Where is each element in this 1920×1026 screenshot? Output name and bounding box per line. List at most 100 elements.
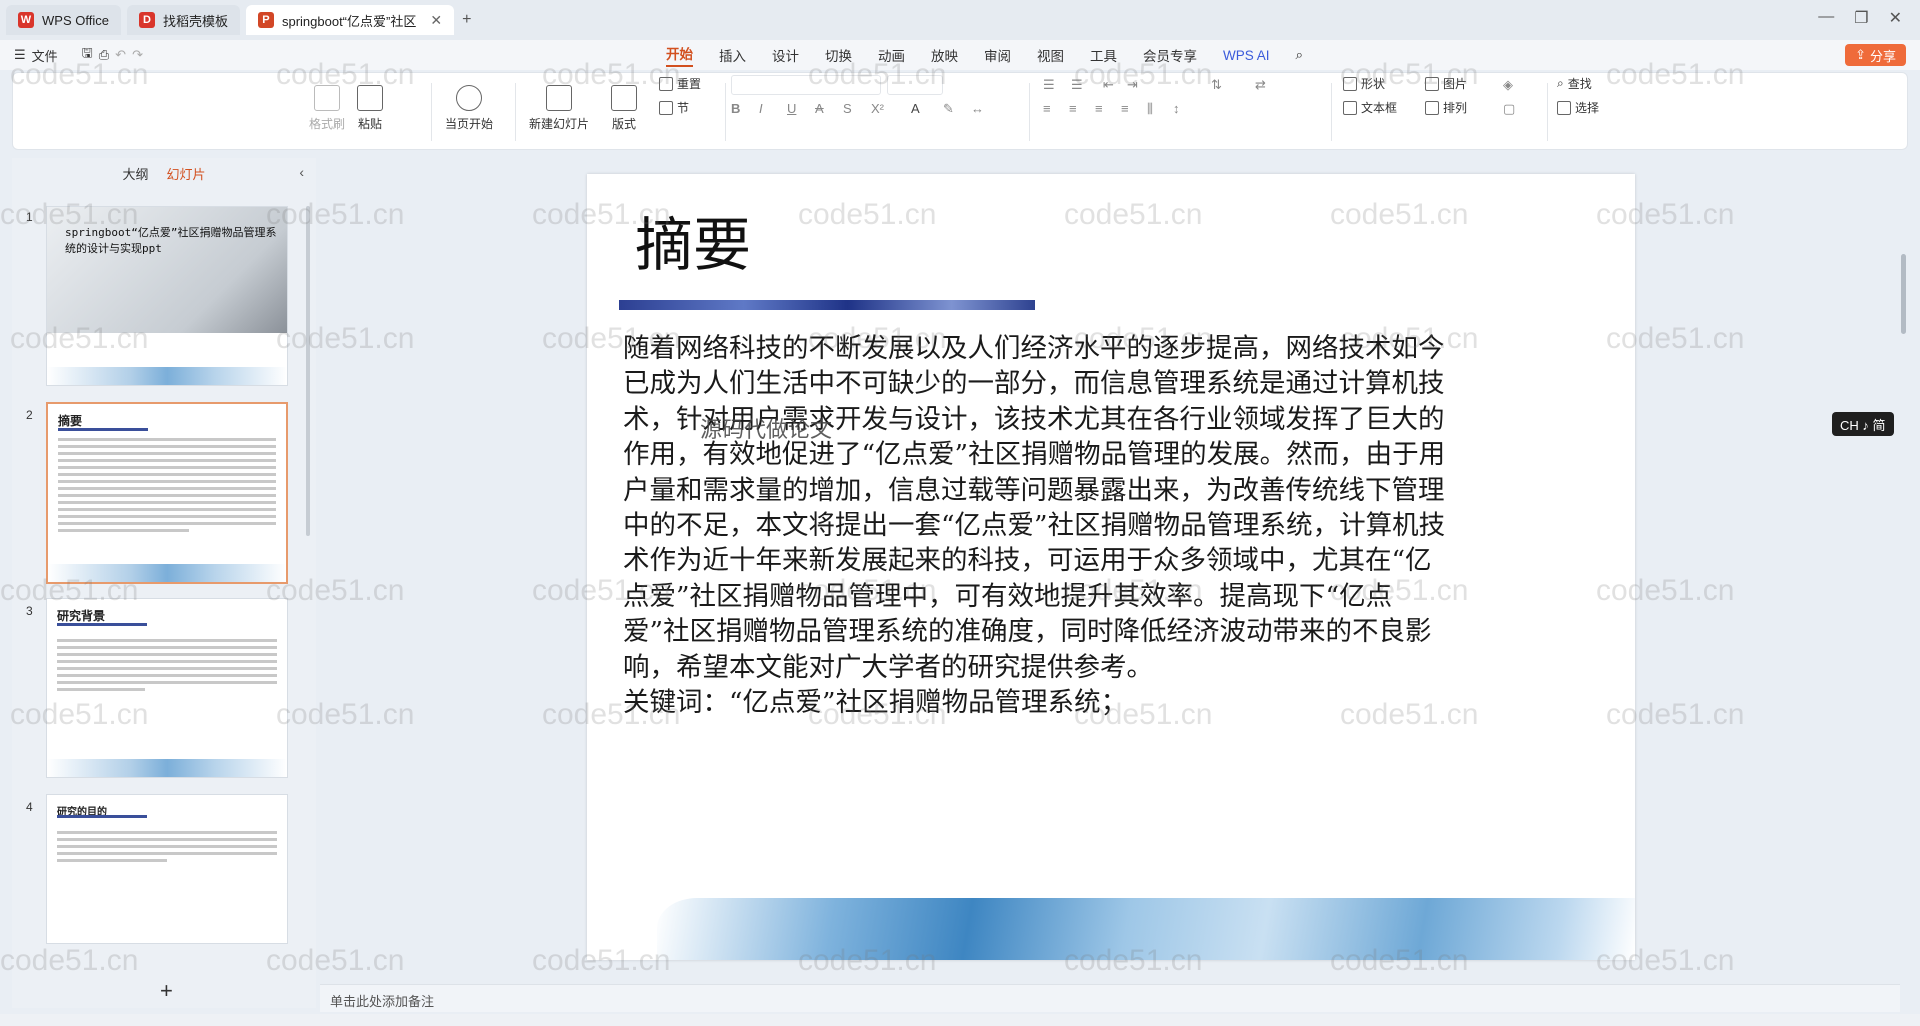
tab-view[interactable]: 视图 (1037, 45, 1064, 65)
section-button[interactable]: 节 (659, 99, 689, 116)
reset-button[interactable]: 重置 (659, 75, 701, 92)
pane-scrollbar[interactable] (306, 206, 310, 536)
shape-icon (1343, 76, 1357, 91)
new-tab-button[interactable]: + (454, 11, 479, 29)
shape-label: 形状 (1361, 77, 1386, 91)
slide-thumbnail-1[interactable]: springboot“亿点爱”社区捐赠物品管理系统的设计与实现ppt (46, 206, 288, 386)
picture-button[interactable]: 图片 (1425, 75, 1467, 92)
bold-icon[interactable]: B (731, 101, 740, 116)
section-label: 节 (677, 101, 690, 115)
arrange-button[interactable]: 排列 (1425, 99, 1467, 116)
slide-thumbnail-2[interactable]: 摘要 (46, 402, 288, 584)
tab-design[interactable]: 设计 (772, 45, 799, 65)
slide-thumbnail-3[interactable]: 研究背景 (46, 598, 288, 778)
divider (515, 83, 516, 141)
indent-decrease-icon[interactable]: ⇤ (1103, 77, 1114, 93)
shape-button[interactable]: 形状 (1343, 75, 1385, 92)
tab-transition[interactable]: 切换 (825, 45, 852, 65)
play-from-current-button[interactable]: 当页开始 (445, 81, 493, 132)
tab-tools[interactable]: 工具 (1090, 45, 1117, 65)
tab-slideshow[interactable]: 放映 (931, 45, 958, 65)
align-center-icon[interactable]: ≡ (1069, 101, 1077, 116)
shadow-icon[interactable]: S (843, 101, 852, 116)
tab-label: WPS Office (42, 12, 109, 28)
layout-button[interactable]: 版式 (611, 81, 637, 132)
textbox-icon (1343, 100, 1357, 115)
strikethrough-icon[interactable]: A (815, 101, 824, 116)
outline-icon[interactable]: ▢ (1503, 101, 1515, 117)
save-icon[interactable]: 🖫 (82, 44, 93, 66)
tab-member[interactable]: 会员专享 (1143, 45, 1197, 65)
highlight-icon[interactable]: ✎ (943, 101, 954, 117)
textbox-button[interactable]: 文本框 (1343, 99, 1397, 116)
numbering-icon[interactable]: ☰ (1071, 77, 1083, 93)
new-slide-label: 新建幻灯片 (529, 117, 590, 131)
slide-body-textbox[interactable]: 随着网络科技的不断发展以及人们经济水平的逐步提高，网络技术如今已成为人们生活中不… (623, 331, 1449, 720)
textbox-label: 文本框 (1361, 101, 1398, 115)
char-spacing-icon[interactable]: ↔ (971, 101, 984, 116)
tab-outline[interactable]: 大纲 (122, 164, 148, 186)
restore-icon[interactable]: ❐ (1846, 8, 1876, 28)
window-close-icon[interactable]: ✕ (1881, 8, 1910, 28)
slide-thumbnail-4[interactable]: 研究的目的 (46, 794, 288, 944)
tab-insert[interactable]: 插入 (719, 45, 746, 65)
vertical-scrollbar[interactable] (1898, 158, 1908, 998)
share-button[interactable]: ⇪ 分享 (1845, 44, 1906, 66)
tab-presentation[interactable]: P springboot“亿点爱”社区 ✕ (245, 5, 455, 35)
print-icon[interactable]: ⎙ (99, 47, 109, 63)
tab-animation[interactable]: 动画 (878, 45, 905, 65)
fill-icon[interactable]: ◈ (1503, 77, 1513, 93)
keywords-line: 关键词：“亿点爱”社区捐赠物品管理系统； (623, 687, 1128, 719)
slide-thumbnail-pane: 大纲 幻灯片 ‹ 1 springboot“亿点爱”社区捐赠物品管理系统的设计与… (12, 158, 316, 1008)
italic-icon[interactable]: I (759, 101, 763, 116)
minimize-icon[interactable]: — (1810, 8, 1842, 28)
file-menu[interactable]: 文件 (32, 46, 58, 65)
notes-pane[interactable]: 单击此处添加备注 (320, 984, 1900, 1012)
search-icon[interactable]: ⌕ (1296, 47, 1304, 63)
bullets-icon[interactable]: ☰ (1043, 77, 1055, 93)
tab-review[interactable]: 审阅 (984, 45, 1011, 65)
slide-number: 4 (26, 800, 33, 814)
tab-home[interactable]: 开始 (666, 43, 693, 67)
hamburger-icon[interactable]: ☰ (14, 47, 26, 63)
new-slide-button[interactable]: 新建幻灯片 (529, 81, 589, 132)
font-family-select[interactable] (731, 75, 881, 95)
current-slide[interactable]: 摘要 随着网络科技的不断发展以及人们经济水平的逐步提高，网络技术如今已成为人们生… (587, 174, 1635, 960)
convert-icon[interactable]: ⇄ (1255, 77, 1266, 93)
slide-number: 1 (26, 210, 33, 224)
align-right-icon[interactable]: ≡ (1095, 101, 1103, 116)
columns-icon[interactable]: ⫼ (1147, 101, 1153, 117)
ime-indicator[interactable]: CH ♪ 简 (1832, 412, 1894, 436)
align-left-icon[interactable]: ≡ (1043, 101, 1051, 116)
thumbnail-bar (57, 815, 147, 818)
line-spacing-icon[interactable]: ↕ (1173, 101, 1180, 116)
font-color-icon[interactable]: A (911, 101, 920, 116)
scrollbar-thumb[interactable] (1901, 254, 1906, 334)
format-painter-button[interactable]: 格式刷 (309, 81, 345, 132)
find-button[interactable]: ⌕ 查找 (1557, 75, 1592, 92)
close-icon[interactable]: ✕ (430, 12, 442, 29)
text-direction-icon[interactable]: ⇅ (1211, 77, 1222, 93)
share-label: 分享 (1869, 48, 1896, 64)
thumbnail-bar (57, 623, 147, 626)
add-slide-button[interactable]: + (160, 978, 173, 1004)
tab-wps-office[interactable]: W WPS Office (6, 5, 121, 35)
layout-label: 版式 (611, 117, 636, 131)
collapse-icon[interactable]: ‹ (299, 164, 304, 180)
indent-increase-icon[interactable]: ⇥ (1127, 77, 1138, 93)
paste-button[interactable]: 粘贴 (357, 81, 383, 132)
undo-icon[interactable]: ↶ (115, 47, 126, 63)
tab-slides[interactable]: 幻灯片 (167, 164, 206, 186)
justify-icon[interactable]: ≡ (1121, 101, 1129, 116)
redo-icon[interactable]: ↷ (132, 47, 143, 63)
tab-docer[interactable]: D 找稻壳模板 (126, 5, 240, 35)
superscript-icon[interactable]: X² (871, 101, 884, 116)
pane-tabs: 大纲 幻灯片 (12, 164, 316, 186)
select-icon (1557, 100, 1571, 115)
underline-icon[interactable]: U (787, 101, 796, 116)
wps-ai-button[interactable]: WPS AI (1223, 48, 1270, 63)
font-size-select[interactable] (887, 75, 943, 95)
layout-icon (611, 85, 637, 111)
select-button[interactable]: 选择 (1557, 99, 1599, 116)
slide-title[interactable]: 摘要 (635, 198, 751, 282)
